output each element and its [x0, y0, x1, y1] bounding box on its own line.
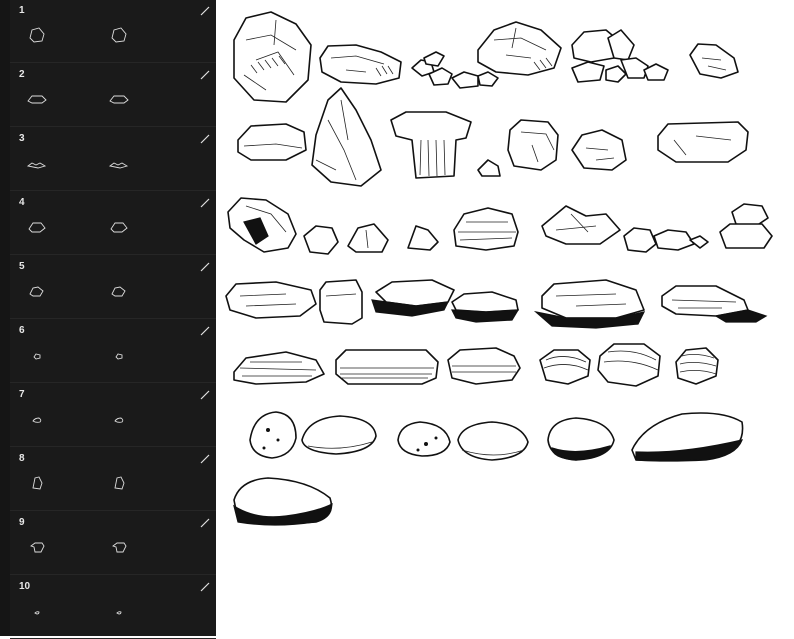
wide-slab: [657, 121, 749, 163]
panel-edge-strip: [0, 0, 10, 636]
brush-stroke-icon: [200, 6, 210, 16]
brush-preview-rock-flat-broken-stroke: [109, 95, 129, 104]
brush-row-1[interactable]: 1: [10, 0, 216, 63]
brush-row-10[interactable]: 10: [10, 576, 216, 639]
brush-preview-rock-rubble-cluster-stroke: [108, 162, 129, 169]
brush-library-panel: 1 2 3 4 5 6 7 8 9 10: [0, 0, 216, 639]
tiny-stone: [477, 159, 501, 177]
brush-preview-rock-mushroom-stroke: [112, 542, 127, 553]
small-rock: [303, 225, 339, 255]
layered-stone: [453, 207, 519, 251]
striped-oval: [597, 343, 661, 387]
brush-preview-rock-slab-pile-stroke: [110, 222, 128, 233]
dark-ledge: [450, 291, 520, 323]
rock-illustration-sheet: [216, 0, 794, 636]
brush-stroke-icon: [200, 454, 210, 464]
large-speckled-pebble: [631, 412, 744, 462]
brush-row-4[interactable]: 4: [10, 192, 216, 255]
brush-preview-rock-rubble-cluster-tip: [26, 162, 47, 169]
brush-stroke-icon: [200, 390, 210, 400]
stone-group: [571, 29, 669, 83]
layered-flat: [233, 351, 325, 385]
brush-preview-rock-tall-shard-stroke: [114, 476, 125, 490]
brush-number: 9: [19, 517, 25, 528]
brush-preview-rock-small-stone-stroke: [115, 353, 123, 360]
brush-number: 6: [19, 325, 25, 336]
brush-number: 10: [19, 581, 31, 592]
brush-number: 8: [19, 453, 25, 464]
brush-stroke-icon: [200, 134, 210, 144]
brush-preview-rock-stone-group-stroke: [111, 286, 126, 297]
brush-row-8[interactable]: 8: [10, 448, 216, 511]
dark-speckled-oval: [547, 417, 615, 461]
brush-preview-rock-pebble-stroke: [114, 417, 124, 423]
dark-slab: [371, 279, 455, 317]
boulder-cracked: [233, 11, 312, 103]
stacked-stones: [719, 203, 773, 249]
brush-preview-rock-tall-shard-tip: [32, 476, 43, 490]
brush-stroke-icon: [200, 198, 210, 208]
brush-row-6[interactable]: 6: [10, 320, 216, 383]
brush-number: 5: [19, 261, 25, 272]
brush-row-2[interactable]: 2: [10, 64, 216, 127]
pebble-pair: [623, 227, 709, 253]
brush-stroke-icon: [200, 582, 210, 592]
brush-number: 3: [19, 133, 25, 144]
striped-pebble: [539, 349, 591, 385]
square-block: [319, 279, 363, 325]
speckled-round: [397, 421, 451, 457]
speckled-egg: [249, 411, 297, 459]
tilted-boulder: [227, 197, 297, 253]
brush-preview-rock-stone-group-tip: [29, 286, 44, 297]
brush-number: 7: [19, 389, 25, 400]
pillow-slab: [335, 349, 439, 385]
brush-row-9[interactable]: 9: [10, 512, 216, 575]
layered-dark-ledge: [661, 285, 768, 323]
flat-slab: [237, 123, 307, 161]
speckled-oval: [457, 421, 529, 461]
brush-stroke-icon: [200, 70, 210, 80]
brush-number: 2: [19, 69, 25, 80]
brush-preview-rock-boulder-cracked-stroke: [111, 27, 127, 43]
brush-preview-rock-tiny-pebble-tip: [34, 611, 40, 615]
big-dark-slab: [533, 279, 646, 329]
flat-oval-slab: [225, 281, 317, 319]
dark-speckled-boulder: [233, 477, 333, 526]
brush-preview-rock-boulder-cracked-tip: [29, 27, 45, 43]
mushroom-rock: [390, 111, 472, 179]
flat-broken: [319, 44, 402, 85]
rock-drawings: [225, 11, 773, 526]
round-layered: [447, 347, 521, 385]
brush-preview-rock-tiny-pebble-stroke: [116, 611, 122, 615]
brush-number: 4: [19, 197, 25, 208]
tiny-shard: [407, 225, 439, 251]
brush-stroke-icon: [200, 326, 210, 336]
long-pebble: [301, 415, 377, 455]
cube-stone: [507, 119, 559, 171]
tall-shard: [311, 87, 382, 187]
brush-number: 1: [19, 5, 25, 16]
faceted-rock: [347, 223, 389, 253]
brush-preview-rock-small-stone-tip: [33, 353, 41, 360]
slab-pile: [477, 21, 562, 76]
brush-stroke-icon: [200, 262, 210, 272]
brush-preview-rock-mushroom-tip: [30, 542, 45, 553]
brush-preview-rock-flat-broken-tip: [27, 95, 47, 104]
brush-preview-rock-slab-pile-tip: [28, 222, 46, 233]
brush-row-3[interactable]: 3: [10, 128, 216, 191]
brush-preview-rock-pebble-tip: [32, 417, 42, 423]
ridged-pebble: [675, 347, 719, 385]
long-shard: [541, 205, 621, 245]
brush-row-5[interactable]: 5: [10, 256, 216, 319]
chunk-stone: [571, 129, 627, 171]
brush-row-7[interactable]: 7: [10, 384, 216, 447]
brush-stroke-icon: [200, 518, 210, 528]
small-stone: [689, 43, 739, 79]
